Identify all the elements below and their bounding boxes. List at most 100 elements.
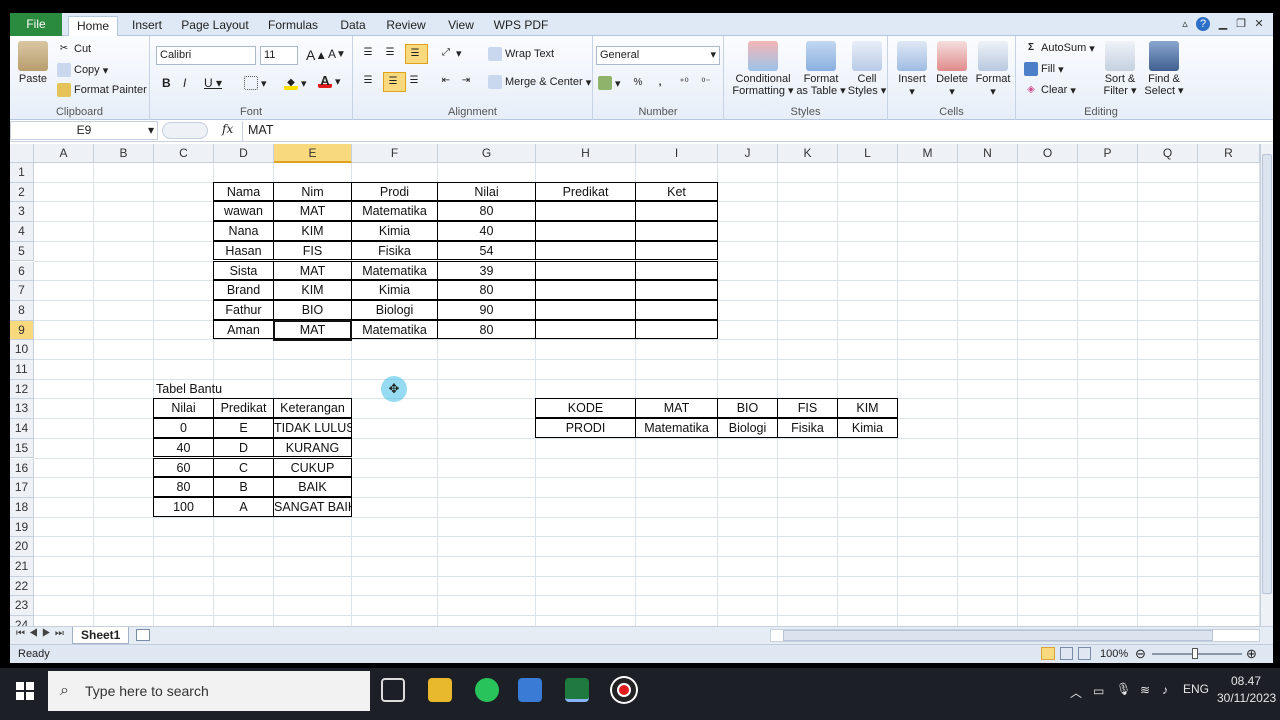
- main-table-cell[interactable]: Fisika: [351, 240, 438, 261]
- main-table-cell[interactable]: BIO: [273, 299, 352, 320]
- microphone-icon[interactable]: 🎙: [1116, 682, 1131, 696]
- tab-home[interactable]: Home: [68, 16, 118, 37]
- align-middle-button[interactable]: ☰: [383, 46, 400, 60]
- record-icon[interactable]: [612, 678, 636, 702]
- app-s-icon[interactable]: [518, 678, 542, 702]
- code-table-cell[interactable]: Kimia: [837, 418, 898, 438]
- align-bottom-button[interactable]: ☰: [405, 44, 428, 64]
- column-header-M[interactable]: M: [898, 144, 958, 163]
- fill-color-button[interactable]: ◆ ▾: [284, 76, 307, 90]
- main-table-cell[interactable]: 80: [437, 201, 536, 222]
- row-header-24[interactable]: 24: [10, 616, 34, 626]
- main-table-cell[interactable]: [635, 240, 718, 261]
- helper-table-header-cell[interactable]: Keterangan: [273, 398, 352, 419]
- increase-decimal-button[interactable]: ⁺⁰: [677, 76, 694, 90]
- main-table-cell[interactable]: 80: [437, 280, 536, 300]
- main-table-cell[interactable]: Sista: [213, 260, 274, 281]
- main-table-cell[interactable]: MAT: [273, 201, 352, 222]
- align-right-button[interactable]: ☰: [407, 74, 424, 88]
- main-table-header-cell[interactable]: Predikat: [535, 181, 636, 202]
- column-header-O[interactable]: O: [1018, 144, 1078, 163]
- column-header-Q[interactable]: Q: [1138, 144, 1198, 163]
- cell-styles-button[interactable]: Cell Styles ▾: [848, 41, 886, 97]
- select-all-corner[interactable]: [10, 144, 34, 163]
- row-header-11[interactable]: 11: [10, 360, 34, 380]
- helper-table-cell[interactable]: BAIK: [273, 477, 352, 497]
- main-table-cell[interactable]: 90: [437, 299, 536, 320]
- tab-insert[interactable]: Insert: [127, 16, 167, 36]
- conditional-formatting-button[interactable]: Conditional Formatting ▾: [729, 41, 797, 97]
- main-table-cell[interactable]: [535, 260, 636, 281]
- underline-button[interactable]: U ▾: [204, 76, 222, 90]
- name-box[interactable]: E9 ▾: [10, 121, 158, 140]
- clock-date[interactable]: 30/11/2023: [1217, 691, 1276, 705]
- code-table-cell[interactable]: Fisika: [777, 418, 838, 438]
- tab-page-layout[interactable]: Page Layout: [180, 16, 250, 36]
- main-table-header-cell[interactable]: Ket: [635, 181, 718, 202]
- vertical-scrollbar[interactable]: [1260, 144, 1273, 626]
- helper-table-cell[interactable]: CUKUP: [273, 457, 352, 478]
- language-indicator[interactable]: ENG: [1183, 682, 1209, 696]
- main-table-cell[interactable]: [535, 299, 636, 320]
- row-header-9[interactable]: 9: [10, 320, 34, 341]
- code-table-cell[interactable]: KIM: [837, 398, 898, 419]
- main-table-header-cell[interactable]: Nim: [273, 181, 352, 202]
- horizontal-scrollbar[interactable]: [770, 629, 1260, 642]
- main-table-cell[interactable]: Matematika: [351, 319, 438, 340]
- find-select-button[interactable]: Find & Select ▾: [1144, 41, 1184, 97]
- main-table-cell[interactable]: Matematika: [351, 201, 438, 222]
- percent-button[interactable]: %: [631, 76, 648, 90]
- main-table-cell[interactable]: [635, 280, 718, 300]
- column-header-R[interactable]: R: [1198, 144, 1260, 163]
- align-center-button[interactable]: ☰: [383, 72, 406, 92]
- zoom-level[interactable]: 100%: [1100, 648, 1128, 660]
- code-table-cell[interactable]: Biologi: [717, 418, 778, 438]
- zoom-out-icon[interactable]: ⊖: [1135, 646, 1146, 662]
- formula-bar-handle[interactable]: [162, 122, 208, 139]
- main-table-cell[interactable]: 80: [437, 319, 536, 340]
- main-table-cell[interactable]: 39: [437, 260, 536, 281]
- main-table-cell[interactable]: Biologi: [351, 299, 438, 320]
- delete-cells-button[interactable]: Delete ▾: [932, 41, 972, 98]
- clear-button[interactable]: ◈ Clear ▾: [1024, 83, 1076, 97]
- column-header-F[interactable]: F: [352, 144, 438, 163]
- main-table-cell[interactable]: [535, 280, 636, 300]
- number-format-combo[interactable]: General ▾: [596, 46, 720, 65]
- helper-table-cell[interactable]: TIDAK LULUS: [273, 418, 352, 438]
- main-table-cell[interactable]: Fathur: [213, 299, 274, 320]
- fill-button[interactable]: Fill ▾: [1024, 62, 1064, 76]
- main-table-cell[interactable]: Matematika: [351, 260, 438, 281]
- row-header-14[interactable]: 14: [10, 419, 34, 439]
- bold-button[interactable]: B: [162, 76, 171, 90]
- code-table-cell[interactable]: PRODI: [535, 418, 636, 438]
- main-table-cell[interactable]: Kimia: [351, 221, 438, 241]
- row-header-18[interactable]: 18: [10, 497, 34, 518]
- format-painter-button[interactable]: Format Painter: [57, 83, 147, 97]
- row-header-17[interactable]: 17: [10, 478, 34, 498]
- helper-table-cell[interactable]: 80: [153, 477, 214, 497]
- font-size-combo[interactable]: 11: [260, 46, 298, 65]
- column-header-P[interactable]: P: [1078, 144, 1138, 163]
- main-table-cell[interactable]: Hasan: [213, 240, 274, 261]
- tray-chevron-up-icon[interactable]: ︿: [1070, 684, 1082, 701]
- page-layout-view-icon[interactable]: [1060, 647, 1073, 660]
- helper-table-cell[interactable]: E: [213, 418, 274, 438]
- decrease-indent-button[interactable]: ⇤: [439, 74, 456, 88]
- column-header-D[interactable]: D: [214, 144, 274, 163]
- helper-table-cell[interactable]: 40: [153, 437, 214, 458]
- row-header-20[interactable]: 20: [10, 537, 34, 557]
- format-cells-button[interactable]: Format ▾: [973, 41, 1013, 98]
- main-table-header-cell[interactable]: Nama: [213, 181, 274, 202]
- row-header-7[interactable]: 7: [10, 281, 34, 301]
- column-header-C[interactable]: C: [154, 144, 214, 163]
- row-header-1[interactable]: 1: [10, 163, 34, 183]
- italic-button[interactable]: I: [183, 76, 186, 90]
- insert-function-button[interactable]: fx: [222, 122, 233, 136]
- helper-table-header-cell[interactable]: Nilai: [153, 398, 214, 419]
- row-header-4[interactable]: 4: [10, 222, 34, 242]
- page-break-view-icon[interactable]: [1078, 647, 1091, 660]
- main-table-cell[interactable]: [535, 201, 636, 222]
- tab-review[interactable]: Review: [384, 16, 428, 36]
- main-table-cell[interactable]: [635, 319, 718, 340]
- copy-button[interactable]: Copy ▾: [57, 63, 108, 77]
